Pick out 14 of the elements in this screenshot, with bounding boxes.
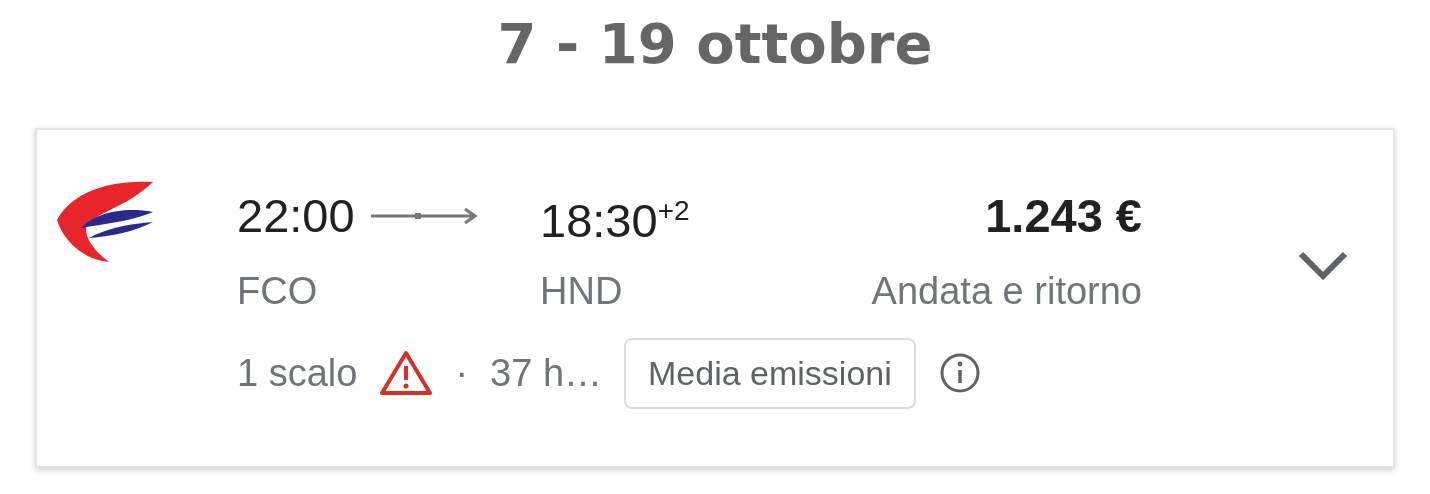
trip-type: Andata e ritorno (871, 268, 1142, 314)
chevron-icon[interactable] (1297, 250, 1349, 282)
arrival-time: 18:30$^{+2}$ (540, 192, 691, 249)
duration: 37 h… (490, 351, 603, 397)
emissions-chip: Media emissioni (624, 337, 916, 409)
price: 1.243 € (985, 187, 1142, 244)
date-range-heading: 7 - 19 ottobre (497, 12, 933, 76)
departure-time: 22:00 (237, 187, 355, 244)
arrival-airport: HND (540, 268, 624, 314)
arrow-icon (370, 207, 479, 224)
departure-airport: FCO (237, 268, 319, 314)
flight-card[interactable]: 22:00 18:30$^{+2}$ 1.243 € FCO HND Andata e ritorno 1 scalo · 37 h… Media emissioni (35, 128, 1395, 468)
separator: · (455, 351, 469, 397)
stops-label: 1 scalo (237, 351, 358, 397)
